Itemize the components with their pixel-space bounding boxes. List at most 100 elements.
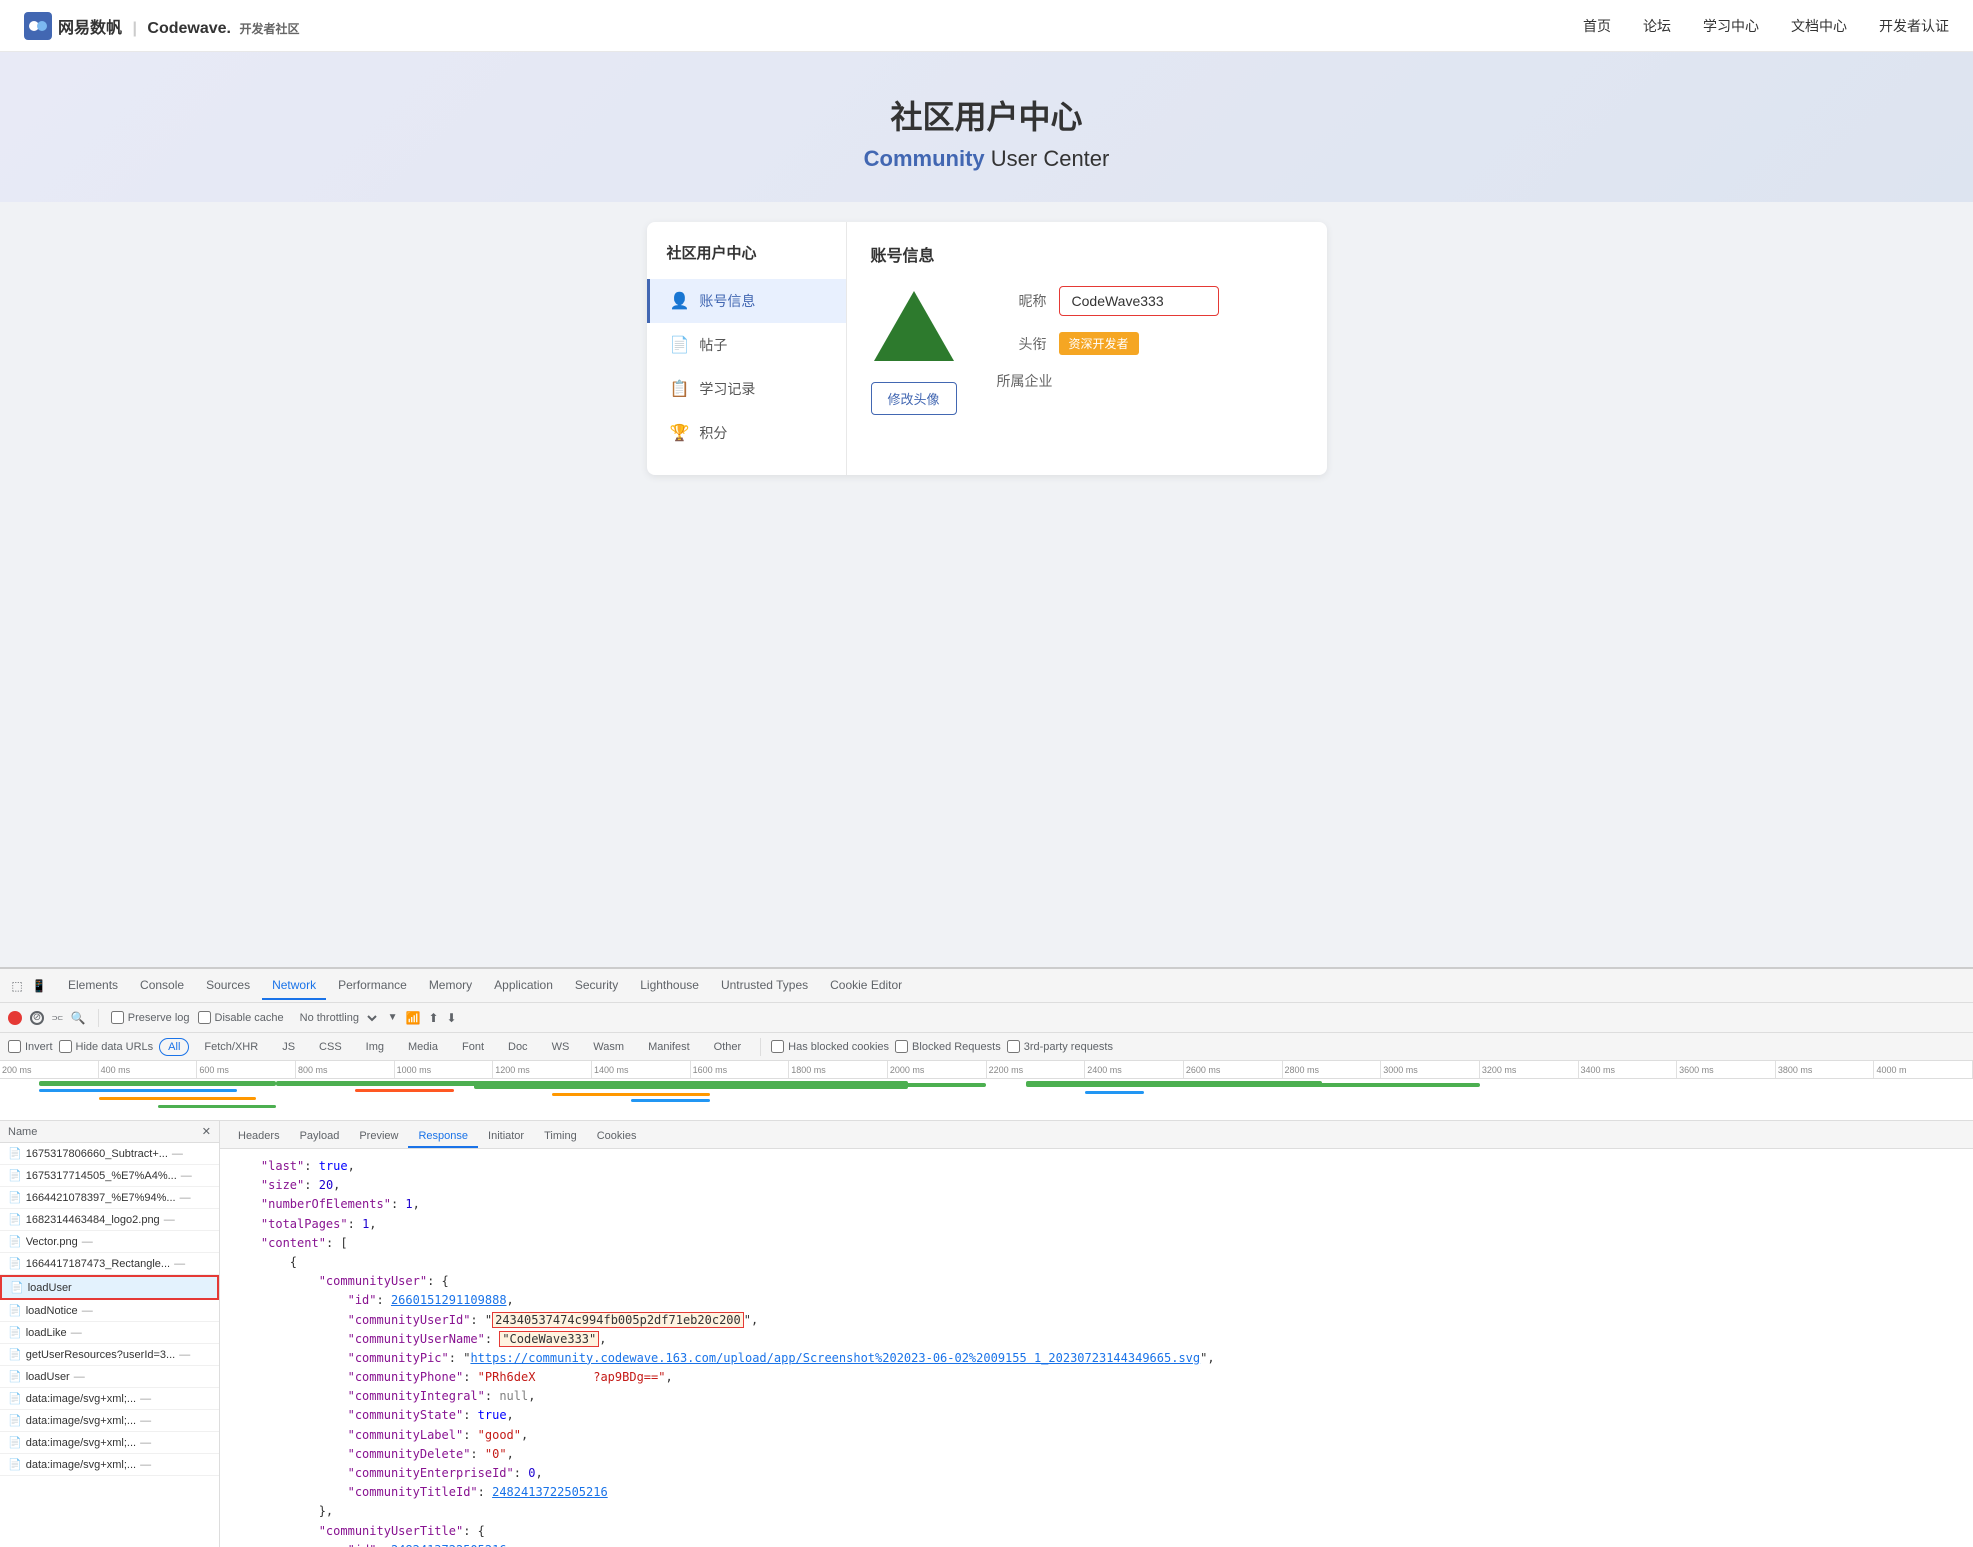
list-item[interactable]: 📄 data:image/svg+xml;... — (0, 1454, 219, 1476)
blocked-cookies-checkbox[interactable]: Has blocked cookies (771, 1040, 889, 1053)
tab-sources[interactable]: Sources (196, 972, 260, 1000)
tab-lighthouse[interactable]: Lighthouse (630, 972, 709, 1000)
filter-icon[interactable]: ⫗ (52, 1010, 63, 1025)
nav-link-docs[interactable]: 文档中心 (1791, 16, 1847, 36)
timeline-bar-13 (1282, 1083, 1479, 1087)
sidebar-item-learning[interactable]: 📋 学习记录 (647, 367, 846, 411)
filter-btn-img[interactable]: Img (357, 1038, 393, 1056)
tab-headers[interactable]: Headers (228, 1126, 290, 1148)
list-item[interactable]: 📄 1664421078397_%E7%94%... — (0, 1187, 219, 1209)
sidebar-item-posts[interactable]: 📄 帖子 (647, 323, 846, 367)
filter-btn-doc[interactable]: Doc (499, 1038, 537, 1056)
request-name: 1664421078397_%E7%94%... (26, 1192, 176, 1204)
filter-btn-ws[interactable]: WS (543, 1038, 579, 1056)
tick-1800: 1800 ms (789, 1061, 888, 1078)
clear-button[interactable]: ⊘ (30, 1011, 44, 1025)
close-icon[interactable]: ✕ (202, 1125, 211, 1138)
list-item[interactable]: 📄 1682314463484_logo2.png — (0, 1209, 219, 1231)
filter-btn-css[interactable]: CSS (310, 1038, 351, 1056)
loaduser-request-item[interactable]: 📄 loadUser (0, 1275, 219, 1300)
response-line: "communityUser": { (232, 1272, 1961, 1291)
filter-btn-fetch[interactable]: Fetch/XHR (195, 1038, 267, 1056)
nav-link-learn[interactable]: 学习中心 (1703, 16, 1759, 36)
tick-200: 200 ms (0, 1061, 99, 1078)
file-icon: 📄 (8, 1392, 22, 1405)
file-icon: 📄 (8, 1213, 22, 1226)
tab-security[interactable]: Security (565, 972, 628, 1000)
list-item[interactable]: 📄 1664417187473_Rectangle... — (0, 1253, 219, 1275)
request-name: data:image/svg+xml;... (26, 1437, 136, 1449)
list-item[interactable]: 📄 1675317806660_Subtract+... — (0, 1143, 219, 1165)
pic-link[interactable]: https://community.codewave.163.com/uploa… (470, 1351, 1200, 1365)
tab-performance[interactable]: Performance (328, 972, 417, 1000)
upload-icon[interactable]: ⬆ (428, 1011, 438, 1025)
filter-btn-manifest[interactable]: Manifest (639, 1038, 699, 1056)
download-icon[interactable]: ⬇ (447, 1011, 457, 1025)
list-item[interactable]: 📄 loadLike — (0, 1322, 219, 1344)
filter-btn-wasm[interactable]: Wasm (584, 1038, 633, 1056)
filter-btn-js[interactable]: JS (273, 1038, 304, 1056)
tab-payload[interactable]: Payload (290, 1126, 350, 1148)
username-highlight: "CodeWave333" (499, 1331, 599, 1347)
nav-link-forum[interactable]: 论坛 (1643, 16, 1671, 36)
record-button[interactable] (8, 1011, 22, 1025)
response-line: "communityUserName": "CodeWave333", (232, 1330, 1961, 1349)
change-avatar-button[interactable]: 修改头像 (871, 382, 957, 415)
invert-checkbox[interactable]: Invert (8, 1040, 53, 1053)
third-party-checkbox[interactable]: 3rd-party requests (1007, 1040, 1113, 1053)
tab-application[interactable]: Application (484, 972, 563, 1000)
wifi-icon: 📶 (406, 1011, 421, 1025)
tab-preview[interactable]: Preview (349, 1126, 408, 1148)
search-icon[interactable]: 🔍 (71, 1011, 86, 1025)
timeline-ruler: 200 ms 400 ms 600 ms 800 ms 1000 ms 1200… (0, 1061, 1973, 1079)
tab-timing[interactable]: Timing (534, 1126, 587, 1148)
tick-800: 800 ms (296, 1061, 395, 1078)
timeline-bar-11 (1026, 1081, 1322, 1087)
tab-console[interactable]: Console (130, 972, 194, 1000)
response-line: "size": 20, (232, 1176, 1961, 1195)
network-toolbar: ⊘ ⫗ 🔍 Preserve log Disable cache No thro… (0, 1003, 1973, 1033)
preserve-log-checkbox[interactable]: Preserve log (111, 1011, 190, 1024)
response-panel: Headers Payload Preview Response Initiat… (220, 1121, 1973, 1547)
tab-network[interactable]: Network (262, 972, 326, 1000)
sidebar-item-points[interactable]: 🏆 积分 (647, 411, 846, 455)
nav-link-home[interactable]: 首页 (1583, 16, 1611, 36)
tick-1200: 1200 ms (493, 1061, 592, 1078)
response-line: "communityPic": "https://community.codew… (232, 1349, 1961, 1368)
id2-link[interactable]: 2482413722505216 (391, 1543, 507, 1547)
hide-data-urls-checkbox[interactable]: Hide data URLs (59, 1040, 154, 1053)
sidebar-item-account[interactable]: 👤 账号信息 (647, 279, 846, 323)
tab-cookies[interactable]: Cookies (587, 1126, 647, 1148)
device-icon[interactable]: 📱 (30, 977, 48, 995)
tab-initiator[interactable]: Initiator (478, 1126, 534, 1148)
tab-elements[interactable]: Elements (58, 972, 128, 1000)
list-item[interactable]: 📄 loadUser — (0, 1366, 219, 1388)
filter-btn-all[interactable]: All (159, 1038, 189, 1056)
tab-cookie-editor[interactable]: Cookie Editor (820, 972, 912, 1000)
response-content: "last": true, "size": 20, "numberOfEleme… (220, 1149, 1973, 1547)
company-row: 所属企业 (997, 371, 1303, 391)
disable-cache-checkbox[interactable]: Disable cache (198, 1011, 284, 1024)
tab-response[interactable]: Response (408, 1126, 478, 1148)
inspect-icon[interactable]: ⬚ (8, 977, 26, 995)
nav-link-cert[interactable]: 开发者认证 (1879, 16, 1949, 36)
list-item[interactable]: 📄 Vector.png — (0, 1231, 219, 1253)
tab-memory[interactable]: Memory (419, 972, 482, 1000)
blocked-requests-checkbox[interactable]: Blocked Requests (895, 1040, 1001, 1053)
titleid-link[interactable]: 2482413722505216 (492, 1485, 608, 1499)
request-name: Vector.png (26, 1236, 78, 1248)
list-item[interactable]: 📄 data:image/svg+xml;... — (0, 1432, 219, 1454)
filter-btn-other[interactable]: Other (705, 1038, 751, 1056)
filter-btn-media[interactable]: Media (399, 1038, 447, 1056)
tab-untrusted[interactable]: Untrusted Types (711, 972, 818, 1000)
list-item[interactable]: 📄 1675317714505_%E7%A4%... — (0, 1165, 219, 1187)
list-item[interactable]: 📄 data:image/svg+xml;... — (0, 1388, 219, 1410)
list-item[interactable]: 📄 loadNotice — (0, 1300, 219, 1322)
throttle-select[interactable]: No throttling (292, 1009, 380, 1027)
title-label: 头衔 (997, 334, 1047, 354)
list-item[interactable]: 📄 getUserResources?userId=3... — (0, 1344, 219, 1366)
file-icon: 📄 (8, 1348, 22, 1361)
filter-btn-font[interactable]: Font (453, 1038, 493, 1056)
list-item[interactable]: 📄 data:image/svg+xml;... — (0, 1410, 219, 1432)
request-name: data:image/svg+xml;... (26, 1459, 136, 1471)
